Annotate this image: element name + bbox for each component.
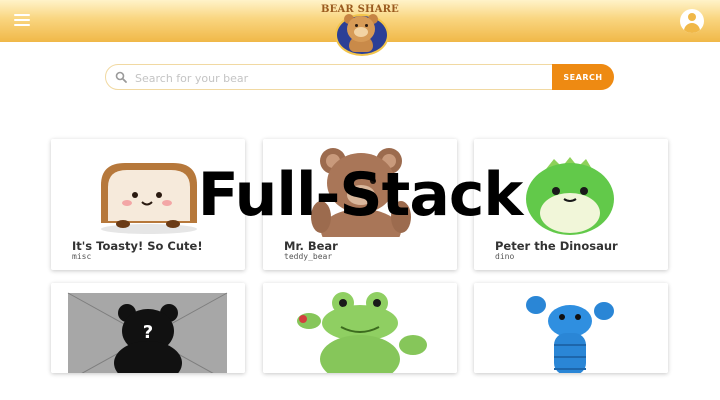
- green-dinosaur-plush-image: [474, 139, 668, 237]
- bear-share-logo[interactable]: BEAR SHARE: [320, 2, 400, 56]
- bear-card[interactable]: Mr. Bear teddy_bear: [263, 139, 457, 270]
- card-category: teddy_bear: [284, 252, 333, 261]
- placeholder-bear-image: ?: [51, 283, 245, 373]
- green-frog-plush-image: [263, 283, 457, 373]
- bear-card[interactable]: Peter the Dinosaur dino: [474, 139, 668, 270]
- toast-plush-image: [51, 139, 245, 237]
- logo-text: BEAR SHARE: [321, 4, 399, 15]
- card-category: dino: [495, 252, 515, 261]
- card-category: misc: [72, 252, 92, 261]
- brown-teddy-bear-image: [263, 139, 457, 237]
- bear-card[interactable]: [263, 283, 457, 373]
- svg-text:?: ?: [143, 322, 153, 343]
- bear-card[interactable]: ?: [51, 283, 245, 373]
- bear-card[interactable]: [474, 283, 668, 373]
- blue-lobster-plush-image: [474, 283, 668, 373]
- bear-card[interactable]: It's Toasty! So Cute! misc: [51, 139, 245, 270]
- hamburger-menu-icon[interactable]: [14, 14, 30, 26]
- search-input[interactable]: [133, 69, 547, 87]
- card-title: Peter the Dinosaur: [495, 239, 618, 253]
- card-title: Mr. Bear: [284, 239, 338, 253]
- account-circle-icon[interactable]: [680, 9, 704, 33]
- search-icon: [115, 71, 127, 83]
- search-bar: SEARCH: [105, 64, 614, 90]
- top-app-bar: BEAR SHARE: [0, 0, 720, 56]
- search-button[interactable]: SEARCH: [552, 64, 614, 90]
- card-title: It's Toasty! So Cute!: [72, 239, 203, 253]
